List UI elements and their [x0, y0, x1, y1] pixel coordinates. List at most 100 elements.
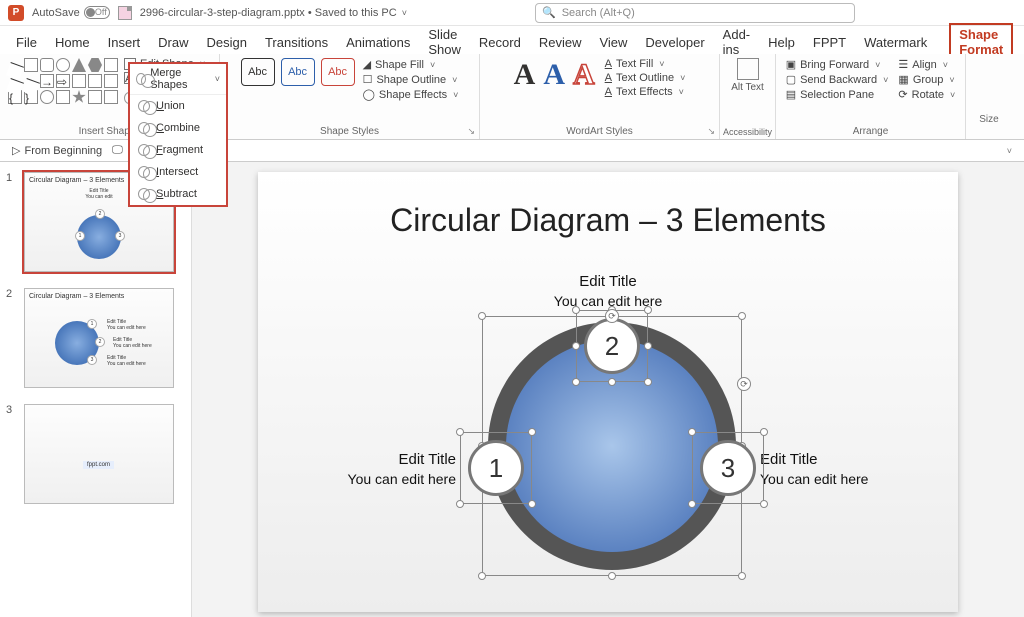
merge-fragment[interactable]: Fragment — [130, 139, 226, 161]
tab-home[interactable]: Home — [53, 31, 92, 54]
resize-handle[interactable] — [738, 312, 746, 320]
resize-handle[interactable] — [688, 500, 696, 508]
slide-thumbnail-3[interactable]: fppt.com — [24, 404, 174, 504]
resize-handle[interactable] — [608, 378, 616, 386]
send-backward-button[interactable]: ▢Send Backward˅ — [786, 73, 889, 86]
resize-handle[interactable] — [478, 312, 486, 320]
node-2-label[interactable]: Edit Title You can edit here — [258, 272, 958, 310]
style-preset-3[interactable]: Abc — [321, 58, 355, 86]
resize-handle[interactable] — [528, 428, 536, 436]
triangle-shape-icon[interactable] — [72, 58, 86, 72]
search-input[interactable]: 🔍 Search (Alt+Q) — [535, 3, 855, 23]
align-button[interactable]: ☰Align˅ — [898, 58, 955, 71]
tab-record[interactable]: Record — [477, 31, 523, 54]
resize-handle[interactable] — [478, 572, 486, 580]
node-1-label[interactable]: Edit Title You can edit here — [296, 450, 456, 488]
slide-canvas[interactable]: Circular Diagram – 3 Elements Edit Title… — [192, 162, 1024, 617]
resize-handle[interactable] — [572, 342, 580, 350]
slide[interactable]: Circular Diagram – 3 Elements Edit Title… — [258, 172, 958, 612]
resize-handle[interactable] — [572, 306, 580, 314]
arrow-shape-icon[interactable]: → — [40, 74, 54, 88]
resize-handle[interactable] — [644, 378, 652, 386]
merge-subtract[interactable]: Subtract — [130, 183, 226, 205]
rotate-button[interactable]: ⟳Rotate˅ — [898, 88, 955, 101]
from-beginning-button[interactable]: ▷ From Beginning — [12, 144, 102, 157]
roundrect-shape-icon[interactable] — [40, 58, 54, 72]
tab-design[interactable]: Design — [205, 31, 249, 54]
shape-styles-launcher-icon[interactable]: ↘ — [467, 126, 475, 137]
alt-text-button[interactable]: Alt Text — [728, 58, 768, 93]
merge-combine[interactable]: Combine — [130, 117, 226, 139]
qat-screen-icon[interactable]: 🖵 — [112, 144, 123, 157]
collapse-ribbon-icon[interactable]: ˅ — [1007, 146, 1012, 156]
slide-thumbnails-pane[interactable]: 1 Circular Diagram – 3 Elements Edit Tit… — [0, 162, 192, 617]
shape-icon[interactable] — [104, 58, 118, 72]
tab-file[interactable]: File — [14, 31, 39, 54]
bring-forward-button[interactable]: ▣Bring Forward˅ — [786, 58, 889, 71]
shape-icon[interactable] — [72, 74, 86, 88]
node-3-label[interactable]: Edit Title You can edit here — [760, 450, 920, 488]
rotate-handle-icon[interactable]: ⟳ — [737, 377, 751, 391]
text-fill-button[interactable]: AText Fill˅ — [605, 58, 686, 70]
tab-animations[interactable]: Animations — [344, 31, 412, 54]
shape-icon[interactable] — [40, 90, 54, 104]
text-effects-button[interactable]: AText Effects˅ — [605, 86, 686, 98]
wordart-preset-3[interactable]: A — [573, 58, 595, 92]
style-preset-2[interactable]: Abc — [281, 58, 315, 86]
tab-watermark[interactable]: Watermark — [862, 31, 929, 54]
tab-insert[interactable]: Insert — [106, 31, 143, 54]
tab-review[interactable]: Review — [537, 31, 584, 54]
merge-shapes-header[interactable]: Merge Shapes˅ — [130, 64, 226, 95]
shape-effects-button[interactable]: ◯Shape Effects˅ — [363, 88, 459, 101]
merge-intersect[interactable]: Intersect — [130, 161, 226, 183]
resize-handle[interactable] — [760, 428, 768, 436]
shape-icon[interactable] — [104, 74, 118, 88]
resize-handle[interactable] — [608, 572, 616, 580]
star-shape-icon[interactable] — [72, 90, 86, 104]
group-button[interactable]: ▦Group˅ — [898, 73, 955, 86]
merge-union[interactable]: Union — [130, 95, 226, 117]
save-icon[interactable] — [118, 6, 132, 20]
resize-handle[interactable] — [688, 428, 696, 436]
resize-handle[interactable] — [456, 500, 464, 508]
shapes-gallery[interactable]: → ⇨ { } — [8, 58, 118, 110]
rect-shape-icon[interactable] — [24, 58, 38, 72]
tab-developer[interactable]: Developer — [643, 31, 706, 54]
style-preset-1[interactable]: Abc — [241, 58, 275, 86]
shape-icon[interactable] — [88, 74, 102, 88]
group-shape-styles: Abc Abc Abc ◢Shape Fill˅ ☐Shape Outline˅… — [220, 54, 480, 139]
oval-shape-icon[interactable] — [56, 58, 70, 72]
resize-handle[interactable] — [644, 306, 652, 314]
tab-help[interactable]: Help — [766, 31, 797, 54]
darrow-shape-icon[interactable]: ⇨ — [56, 74, 70, 88]
text-outline-button[interactable]: AText Outline˅ — [605, 72, 686, 84]
resize-handle[interactable] — [644, 342, 652, 350]
shape-icon[interactable] — [104, 90, 118, 104]
selection-pane-button[interactable]: ▤Selection Pane — [786, 88, 889, 101]
circular-diagram[interactable]: ⟳ 2 1 3 ⟳ — [488, 322, 736, 570]
shape-icon[interactable] — [88, 90, 102, 104]
shape-icon[interactable] — [56, 90, 70, 104]
slide-title[interactable]: Circular Diagram – 3 Elements — [258, 202, 958, 239]
slide-thumbnail-2[interactable]: Circular Diagram – 3 Elements 1 2 3 Edit… — [24, 288, 174, 388]
hexagon-shape-icon[interactable] — [88, 58, 102, 72]
wordart-preset-2[interactable]: A — [543, 58, 565, 92]
autosave-toggle[interactable]: AutoSave Off — [32, 6, 110, 19]
tab-view[interactable]: View — [597, 31, 629, 54]
tab-transitions[interactable]: Transitions — [263, 31, 330, 54]
toggle-off-icon[interactable]: Off — [84, 6, 110, 19]
thumbnail-row-2[interactable]: 2 Circular Diagram – 3 Elements 1 2 3 Ed… — [6, 288, 185, 388]
resize-handle[interactable] — [738, 572, 746, 580]
resize-handle[interactable] — [572, 378, 580, 386]
shape-fill-button[interactable]: ◢Shape Fill˅ — [363, 58, 459, 71]
thumbnail-row-3[interactable]: 3 fppt.com — [6, 404, 185, 504]
resize-handle[interactable] — [760, 500, 768, 508]
tab-fppt[interactable]: FPPT — [811, 31, 848, 54]
wordart-preset-1[interactable]: A — [514, 58, 536, 92]
rotate-handle-icon[interactable]: ⟳ — [605, 309, 619, 323]
wordart-launcher-icon[interactable]: ↘ — [707, 126, 715, 137]
line-shape-icon[interactable] — [6, 62, 24, 80]
shape-outline-button[interactable]: ☐Shape Outline˅ — [363, 73, 459, 86]
tab-draw[interactable]: Draw — [156, 31, 190, 54]
resize-handle[interactable] — [456, 428, 464, 436]
